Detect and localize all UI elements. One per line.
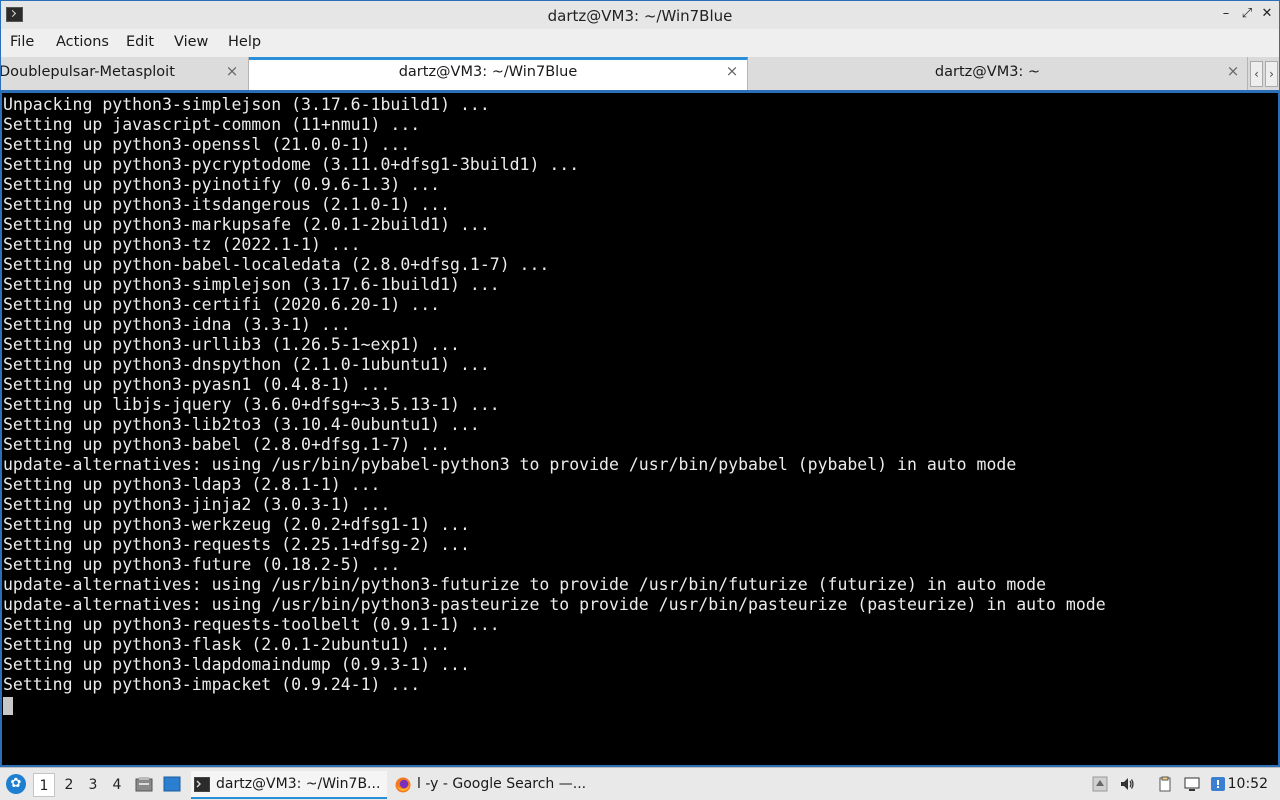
terminal-line: Setting up libjs-jquery (3.6.0+dfsg+~3.5… bbox=[3, 395, 500, 414]
tab-home[interactable]: dartz@VM3: ~ × bbox=[748, 57, 1248, 90]
terminal-line: Setting up python3-ldapdomaindump (0.9.3… bbox=[3, 655, 470, 674]
terminal-icon bbox=[194, 777, 210, 792]
terminal-line: Setting up python3-simplejson (3.17.6-1b… bbox=[3, 275, 500, 294]
menu-view[interactable]: View bbox=[174, 34, 208, 50]
menu-bar: File Actions Edit View Help bbox=[0, 29, 1280, 57]
terminal-line: Setting up python3-babel (2.8.0+dfsg.1-7… bbox=[3, 435, 451, 454]
workspace-4[interactable]: 4 bbox=[106, 773, 128, 797]
menu-file[interactable]: File bbox=[10, 34, 34, 50]
network-icon[interactable] bbox=[1184, 776, 1200, 792]
task-firefox[interactable]: l -y - Google Search —... bbox=[392, 771, 592, 799]
terminal-line: Setting up python3-pycryptodome (3.11.0+… bbox=[3, 155, 580, 174]
window-title: dartz@VM3: ~/Win7Blue bbox=[547, 7, 733, 25]
file-manager-icon[interactable] bbox=[135, 776, 153, 792]
terminal-line: Setting up python3-idna (3.3-1) ... bbox=[3, 315, 351, 334]
tab-label: dartz@VM3: ~/Win7Blue bbox=[398, 64, 578, 80]
terminal-line: Setting up python3-pyasn1 (0.4.8-1) ... bbox=[3, 375, 391, 394]
tab-label: Doublepulsar-Metasploit bbox=[0, 64, 175, 80]
terminal-line: update-alternatives: using /usr/bin/pyth… bbox=[3, 575, 1047, 594]
tab-close-icon[interactable]: × bbox=[1226, 63, 1240, 79]
terminal-line: Setting up python3-certifi (2020.6.20-1)… bbox=[3, 295, 441, 314]
show-desktop-icon[interactable] bbox=[163, 776, 181, 792]
terminal-line: Setting up python3-ldap3 (2.8.1-1) ... bbox=[3, 475, 381, 494]
terminal-line: Setting up python3-werkzeug (2.0.2+dfsg1… bbox=[3, 515, 470, 534]
menu-help[interactable]: Help bbox=[228, 34, 261, 50]
minimize-icon[interactable]: – bbox=[1218, 6, 1234, 22]
restore-icon[interactable]: ⤢ bbox=[1239, 6, 1255, 22]
menu-actions[interactable]: Actions bbox=[56, 34, 109, 50]
menu-edit[interactable]: Edit bbox=[126, 34, 154, 50]
start-menu-icon[interactable]: ✿ bbox=[6, 774, 26, 794]
terminal-line: Setting up python3-openssl (21.0.0-1) ..… bbox=[3, 135, 411, 154]
terminal-line: Unpacking python3-simplejson (3.17.6-1bu… bbox=[3, 95, 490, 114]
tab-bar: Doublepulsar-Metasploit × dartz@VM3: ~/W… bbox=[0, 57, 1280, 90]
task-terminal[interactable]: dartz@VM3: ~/Win7B... bbox=[191, 771, 387, 799]
tab-win7blue[interactable]: dartz@VM3: ~/Win7Blue × bbox=[249, 57, 748, 90]
terminal-line: Setting up python3-jinja2 (3.0.3-1) ... bbox=[3, 495, 391, 514]
text-cursor bbox=[3, 696, 13, 715]
task-label: dartz@VM3: ~/Win7B... bbox=[216, 776, 381, 792]
workspace-1[interactable]: 1 bbox=[33, 773, 55, 797]
terminal-line: Setting up python3-impacket (0.9.24-1) .… bbox=[3, 675, 421, 694]
terminal-line: update-alternatives: using /usr/bin/pyth… bbox=[3, 595, 1106, 614]
terminal-line: Setting up python3-tz (2022.1-1) ... bbox=[3, 235, 361, 254]
terminal-line: Setting up python3-urllib3 (1.26.5-1~exp… bbox=[3, 335, 460, 354]
terminal-line: Setting up python3-dnspython (2.1.0-1ubu… bbox=[3, 355, 490, 374]
update-notifier-icon[interactable] bbox=[1210, 776, 1226, 792]
tab-doublepulsar[interactable]: Doublepulsar-Metasploit × bbox=[0, 57, 249, 90]
terminal-line: Setting up python-babel-localedata (2.8.… bbox=[3, 255, 550, 274]
terminal-line: Setting up python3-itsdangerous (2.1.0-1… bbox=[3, 195, 451, 214]
terminal-lines: Unpacking python3-simplejson (3.17.6-1bu… bbox=[3, 95, 1106, 715]
clock: 10:52 bbox=[1227, 776, 1268, 792]
taskbar: ✿ 1 2 3 4 dartz@VM3: ~/Win7B... l -y - G… bbox=[0, 767, 1280, 800]
close-window-icon[interactable]: ✕ bbox=[1259, 6, 1275, 22]
terminal-line: Setting up python3-markupsafe (2.0.1-2bu… bbox=[3, 215, 490, 234]
volume-icon[interactable] bbox=[1119, 776, 1135, 792]
firefox-icon bbox=[395, 777, 411, 793]
terminal-line: Setting up python3-lib2to3 (3.10.4-0ubun… bbox=[3, 415, 480, 434]
terminal-line: Setting up python3-future (0.18.2-5) ... bbox=[3, 555, 401, 574]
tray-up-arrow-icon[interactable] bbox=[1092, 776, 1108, 792]
terminal-line: update-alternatives: using /usr/bin/pyba… bbox=[3, 455, 1017, 474]
clipboard-icon[interactable] bbox=[1157, 776, 1173, 792]
tab-scroll-left-icon[interactable]: ‹ bbox=[1250, 61, 1263, 87]
terminal-output[interactable]: Unpacking python3-simplejson (3.17.6-1bu… bbox=[0, 90, 1280, 767]
terminal-line: Setting up python3-requests-toolbelt (0.… bbox=[3, 615, 500, 634]
workspace-3[interactable]: 3 bbox=[82, 773, 104, 797]
task-label: l -y - Google Search —... bbox=[417, 776, 587, 792]
tab-scroll-right-icon[interactable]: › bbox=[1265, 61, 1278, 87]
terminal-line: Setting up javascript-common (11+nmu1) .… bbox=[3, 115, 421, 134]
tab-close-icon[interactable]: × bbox=[225, 63, 239, 79]
tab-close-icon[interactable]: × bbox=[725, 63, 739, 79]
title-bar[interactable]: dartz@VM3: ~/Win7Blue – ⤢ ✕ bbox=[0, 0, 1280, 29]
terminal-line: Setting up python3-requests (2.25.1+dfsg… bbox=[3, 535, 470, 554]
terminal-line: Setting up python3-flask (2.0.1-2ubuntu1… bbox=[3, 635, 451, 654]
terminal-line: Setting up python3-pyinotify (0.9.6-1.3)… bbox=[3, 175, 441, 194]
workspace-2[interactable]: 2 bbox=[58, 773, 80, 797]
terminal-prompt-line bbox=[3, 695, 1106, 715]
tab-label: dartz@VM3: ~ bbox=[934, 64, 1041, 80]
